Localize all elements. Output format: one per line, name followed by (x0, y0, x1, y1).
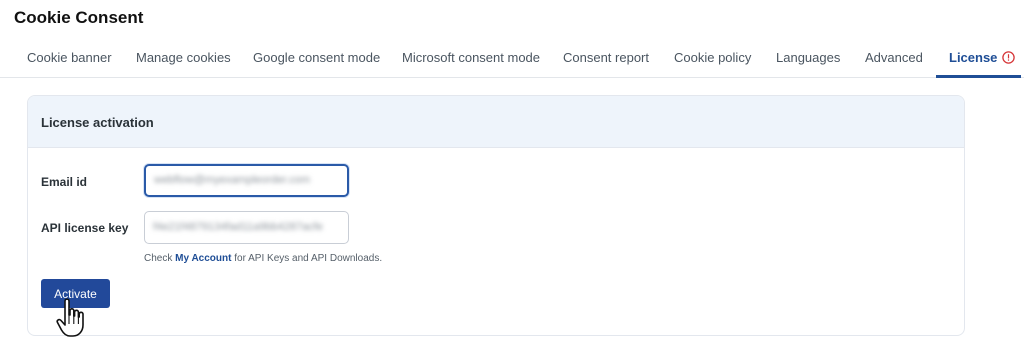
email-value: webflow@myexampleorder.com (154, 174, 311, 186)
tab-cookie-banner[interactable]: Cookie banner (27, 40, 112, 78)
api-key-value: f4e21f4879134fad11a9bb4287acfe (153, 221, 323, 233)
tab-microsoft-consent-mode[interactable]: Microsoft consent mode (402, 40, 540, 78)
tab-license-label: License (949, 50, 998, 65)
alert-circle-icon (1002, 42, 1016, 64)
email-field[interactable]: webflow@myexampleorder.com (144, 164, 349, 197)
tab-google-consent-mode[interactable]: Google consent mode (253, 40, 380, 78)
active-tab-indicator (936, 75, 1021, 78)
hand-pointer-icon (55, 297, 91, 339)
tab-cookie-policy[interactable]: Cookie policy (674, 40, 751, 78)
help-text: Check My Account for API Keys and API Do… (144, 253, 382, 264)
card-title: License activation (41, 115, 154, 130)
my-account-link[interactable]: My Account (175, 253, 231, 264)
help-prefix: Check (144, 253, 173, 264)
api-license-key-field[interactable]: f4e21f4879134fad11a9bb4287acfe (144, 211, 349, 244)
tab-license[interactable]: License (949, 40, 1016, 78)
email-label: Email id (41, 175, 88, 189)
tab-manage-cookies[interactable]: Manage cookies (136, 40, 231, 78)
page-title: Cookie Consent (14, 8, 144, 27)
tab-consent-report[interactable]: Consent report (563, 40, 649, 78)
tab-bar: Cookie banner Manage cookies Google cons… (0, 40, 1024, 78)
tab-languages[interactable]: Languages (776, 40, 840, 78)
api-key-label: API license key (41, 221, 129, 235)
license-activation-card: License activation Email id webflow@myex… (27, 95, 965, 336)
tab-advanced[interactable]: Advanced (865, 40, 923, 78)
card-header: License activation (28, 96, 964, 148)
help-suffix: for API Keys and API Downloads. (234, 253, 383, 264)
